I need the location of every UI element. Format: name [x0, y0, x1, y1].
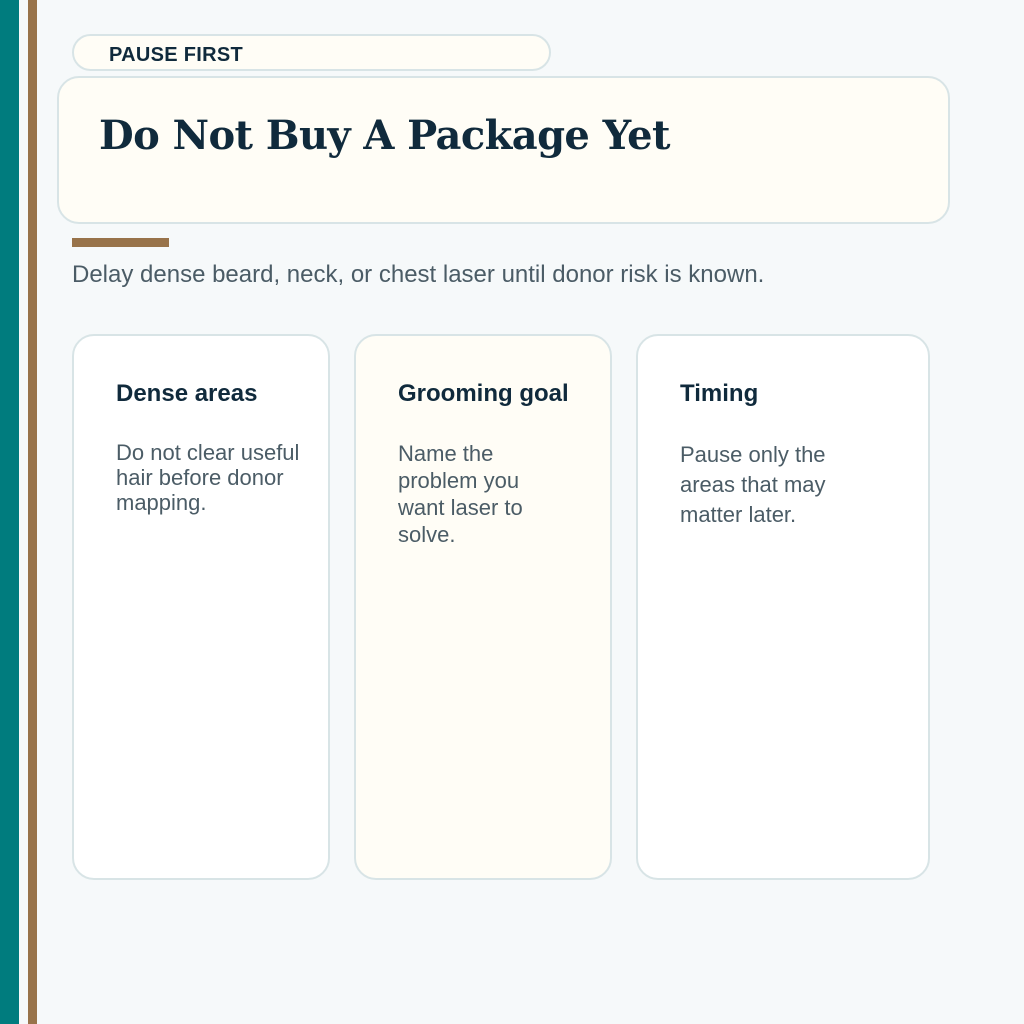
page-title: Do Not Buy A Package Yet	[99, 112, 670, 159]
card-title: Dense areas	[116, 380, 258, 407]
card-dense-areas: Dense areas Do not clear useful hair bef…	[72, 334, 330, 880]
card-title: Grooming goal	[398, 380, 569, 407]
card-timing: Timing Pause only the areas that may mat…	[636, 334, 930, 880]
left-brown-stripe	[28, 0, 37, 1024]
card-body: Name the problem you want laser to solve…	[398, 441, 523, 547]
eyebrow-pill: PAUSE FIRST	[72, 34, 551, 71]
card-body: Do not clear useful hair before donor ma…	[116, 440, 300, 515]
title-card: Do Not Buy A Package Yet	[57, 76, 950, 224]
accent-divider	[72, 238, 169, 247]
card-title: Timing	[680, 380, 759, 407]
left-teal-stripe	[0, 0, 19, 1024]
card-grooming-goal: Grooming goal Name the problem you want …	[354, 334, 612, 880]
card-body: Pause only the areas that may matter lat…	[680, 442, 826, 527]
page-subtitle: Delay dense beard, neck, or chest laser …	[72, 261, 765, 288]
eyebrow-label: PAUSE FIRST	[109, 44, 244, 66]
